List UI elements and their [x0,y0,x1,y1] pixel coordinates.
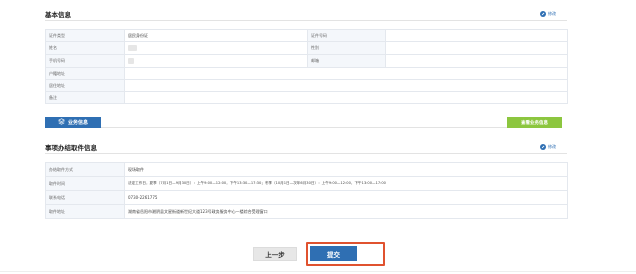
basic-info-edit-link[interactable]: 修改 [540,11,556,17]
table-row: 备注 [45,91,568,104]
email-label: 邮箱 [307,54,386,68]
table-row: 户籍地址 [45,67,568,80]
prev-step-button[interactable]: 上一步 [253,247,297,261]
edit-icon [540,144,546,150]
name-label: 姓名 [45,41,125,55]
table-row: 取件时间 法定工作日，夏季（7月1日—9月30日）：上午9:00—12:00，下… [45,176,568,191]
id-number-value [385,29,568,42]
remarks-label: 备注 [45,91,125,104]
contact-phone-value: 0730-2261775 [124,190,568,205]
phone-label: 手机号码 [45,54,125,68]
pickup-info-edit-link[interactable]: 修改 [540,144,556,150]
pickup-method-value: 现场取件 [124,162,568,177]
pickup-method-label: 办结取件方式 [45,162,125,177]
business-bar-divider [101,127,507,128]
email-value [385,54,568,68]
household-address-value [124,67,568,80]
submit-button[interactable]: 提交 [310,246,357,261]
id-type-label: 证件类型 [45,29,125,42]
remarks-value [124,91,568,104]
id-type-value: 居民身份证 [124,29,308,42]
name-value [124,41,308,55]
bottom-divider [0,271,636,272]
basic-info-divider [45,20,567,21]
id-number-label: 证件号码 [307,29,386,42]
phone-value [124,54,308,68]
pickup-info-divider [45,153,567,154]
basic-info-edit-label: 修改 [548,11,556,16]
residence-address-value [124,79,568,92]
table-row: 取件地址 湖南省岳阳市湘阴县文星街道新世纪大道123号政务服务中心一楼综合受理窗… [45,204,568,219]
pickup-info-title: 事项办结取件信息 [45,144,97,152]
table-row: 姓名 性别 [45,41,568,55]
pickup-time-label: 取件时间 [45,176,125,191]
gender-label: 性别 [307,41,386,55]
pickup-address-label: 取件地址 [45,204,125,219]
business-info-label: 业务信息 [67,120,88,126]
redacted-name [128,45,137,51]
table-row: 证件类型 居民身份证 证件号码 [45,29,568,42]
pickup-info-edit-label: 修改 [548,144,556,149]
business-info-tab[interactable]: 业务信息 [45,117,101,128]
redacted-phone [128,58,134,64]
residence-address-label: 居住地址 [45,79,125,92]
table-row: 办结取件方式 现场取件 [45,162,568,177]
edit-icon [540,11,546,17]
table-row: 手机号码 邮箱 [45,54,568,68]
basic-info-title: 基本信息 [45,11,71,19]
pickup-address-value: 湖南省岳阳市湘阴县文星街道新世纪大道123号政务服务中心一楼综合受理窗口 [124,204,568,219]
pickup-time-value: 法定工作日，夏季（7月1日—9月30日）：上午9:00—12:00，下午13:3… [124,176,568,191]
table-row: 联系电话 0730-2261775 [45,190,568,205]
contact-phone-label: 联系电话 [45,190,125,205]
basic-info-table: 证件类型 居民身份证 证件号码 姓名 性别 手机号码 邮箱 户籍地址 居住地址 … [45,29,568,104]
gender-value [385,41,568,55]
household-address-label: 户籍地址 [45,67,125,80]
table-row: 居住地址 [45,79,568,92]
view-business-info-button[interactable]: 查看业务信息 [507,117,562,128]
pickup-info-table: 办结取件方式 现场取件 取件时间 法定工作日，夏季（7月1日—9月30日）：上午… [45,162,568,219]
business-info-icon [57,118,65,127]
